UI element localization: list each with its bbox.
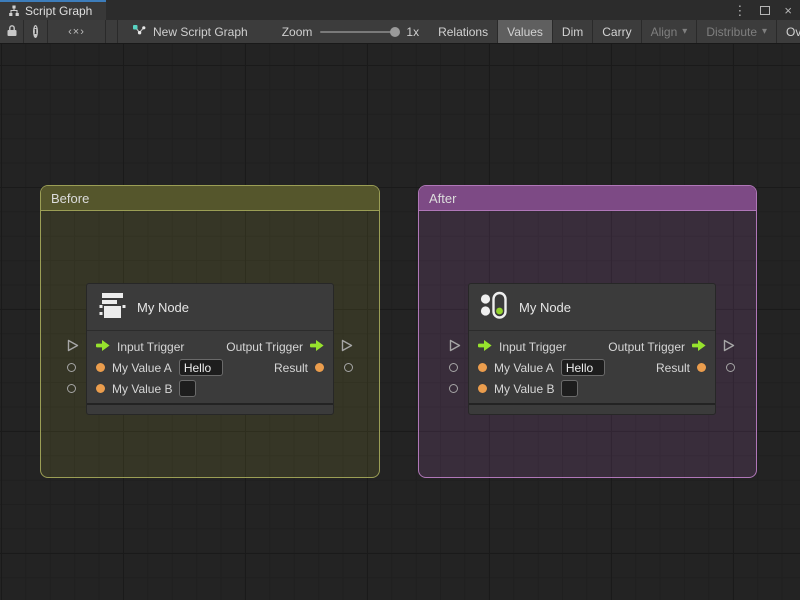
value-b-input[interactable]	[179, 380, 197, 397]
graph-breadcrumb[interactable]: New Script Graph	[118, 20, 258, 43]
group-after-header[interactable]: After	[419, 186, 756, 211]
maximize-icon[interactable]	[760, 4, 771, 17]
value-b-port-icon[interactable]	[478, 384, 487, 393]
code-icon: ‹×›	[68, 25, 85, 38]
zoom-label: Zoom	[281, 24, 313, 39]
value-a-input[interactable]	[560, 359, 605, 376]
menu-icon[interactable]: ⋮	[733, 4, 746, 17]
group-title: Before	[51, 190, 90, 206]
value-b-label: My Value B	[112, 381, 173, 396]
input-trigger-label: Input Trigger	[117, 339, 185, 354]
value-a-port-icon[interactable]	[96, 363, 105, 372]
graph-icon	[132, 24, 146, 40]
value-b-port-icon[interactable]	[96, 384, 105, 393]
value-b-row: My Value B	[469, 378, 715, 399]
chevron-down-icon: ▾	[682, 26, 688, 37]
value-b-label: My Value B	[494, 381, 555, 396]
node-footer	[469, 403, 715, 414]
node-header[interactable]: My Node	[469, 284, 715, 331]
relations-button[interactable]: Relations	[429, 20, 499, 43]
output-trigger-label: Output Trigger	[226, 339, 303, 354]
trigger-row: Input Trigger Output Trigger	[469, 336, 715, 357]
chevron-down-icon: ▾	[762, 26, 768, 37]
outer-value-a-port[interactable]	[449, 363, 458, 372]
value-a-input[interactable]	[178, 359, 223, 376]
zoom-slider[interactable]	[320, 26, 401, 37]
align-dropdown[interactable]: Align ▾	[641, 20, 698, 43]
node-header[interactable]: My Node	[87, 284, 333, 331]
value-a-port-icon[interactable]	[478, 363, 487, 372]
outer-value-b-port[interactable]	[449, 384, 458, 393]
input-trigger-label: Input Trigger	[499, 339, 567, 354]
window-controls: ⋮ ×	[733, 0, 800, 20]
outer-value-a-port[interactable]	[67, 363, 76, 372]
group-before[interactable]: Before My Node Input Trigger Output Trig…	[40, 185, 380, 478]
lock-icon	[6, 24, 18, 40]
node-title: My Node	[137, 299, 190, 315]
overview-button[interactable]: Overview	[777, 20, 800, 43]
output-trigger-label: Output Trigger	[608, 339, 685, 354]
outer-result-port[interactable]	[344, 363, 353, 372]
zoom-control: Zoom 1x	[258, 20, 429, 43]
result-port-icon[interactable]	[315, 363, 324, 372]
value-a-row: My Value A Result	[469, 357, 715, 378]
zoom-slider-handle[interactable]	[390, 26, 401, 37]
node-new-style-icon	[479, 290, 509, 325]
result-label: Result	[273, 360, 308, 375]
group-after[interactable]: After My Node Input Trigger Output Trigg…	[418, 185, 757, 478]
node-title: My Node	[519, 299, 572, 315]
script-graph-icon	[8, 5, 20, 17]
trigger-row: Input Trigger Output Trigger	[87, 336, 333, 357]
script-graph-window: Script Graph ⋮ × i ‹×› New Script Graph …	[0, 0, 800, 600]
node-my-node-before[interactable]: My Node Input Trigger Output Trigger My …	[67, 283, 353, 415]
node-old-style-icon	[97, 290, 127, 325]
graph-toolbar: i ‹×› New Script Graph Zoom 1x Relations…	[0, 20, 800, 44]
outer-value-b-port[interactable]	[67, 384, 76, 393]
group-before-header[interactable]: Before	[41, 186, 379, 211]
dim-button[interactable]: Dim	[552, 20, 594, 43]
node-footer	[87, 403, 333, 414]
inspect-button[interactable]: i	[24, 20, 48, 43]
outer-input-trigger-port[interactable]	[449, 339, 461, 357]
close-icon[interactable]: ×	[784, 4, 792, 17]
input-trigger-port-icon[interactable]	[96, 338, 110, 356]
outer-output-trigger-port[interactable]	[341, 339, 353, 357]
zoom-value: 1x	[406, 24, 420, 39]
tab-label: Script Graph	[25, 4, 93, 18]
value-a-label: My Value A	[494, 360, 554, 375]
result-label: Result	[655, 360, 690, 375]
tab-script-graph[interactable]: Script Graph	[0, 0, 107, 20]
output-trigger-port-icon[interactable]	[310, 338, 324, 356]
output-trigger-port-icon[interactable]	[692, 338, 706, 356]
outer-input-trigger-port[interactable]	[67, 339, 79, 357]
values-button[interactable]: Values	[498, 20, 553, 43]
value-a-row: My Value A Result	[87, 357, 333, 378]
outer-result-port[interactable]	[726, 363, 735, 372]
value-a-label: My Value A	[112, 360, 172, 375]
tab-strip: Script Graph ⋮ ×	[0, 0, 800, 20]
node-my-node-after[interactable]: My Node Input Trigger Output Trigger My …	[449, 283, 735, 415]
value-b-input[interactable]	[561, 380, 579, 397]
distribute-dropdown[interactable]: Distribute ▾	[697, 20, 778, 43]
value-b-row: My Value B	[87, 378, 333, 399]
info-icon: i	[33, 25, 38, 38]
lock-button[interactable]	[0, 20, 24, 43]
code-preview-button[interactable]: ‹×›	[48, 20, 106, 43]
result-port-icon[interactable]	[697, 363, 706, 372]
graph-canvas[interactable]: Before My Node Input Trigger Output Trig…	[0, 44, 800, 600]
input-trigger-port-icon[interactable]	[478, 338, 492, 356]
graph-name: New Script Graph	[153, 24, 248, 39]
outer-output-trigger-port[interactable]	[723, 339, 735, 357]
group-title: After	[429, 190, 457, 206]
toolbar-buttons: Relations Values Dim Carry Align ▾ Distr…	[429, 20, 800, 43]
carry-button[interactable]: Carry	[593, 20, 642, 43]
